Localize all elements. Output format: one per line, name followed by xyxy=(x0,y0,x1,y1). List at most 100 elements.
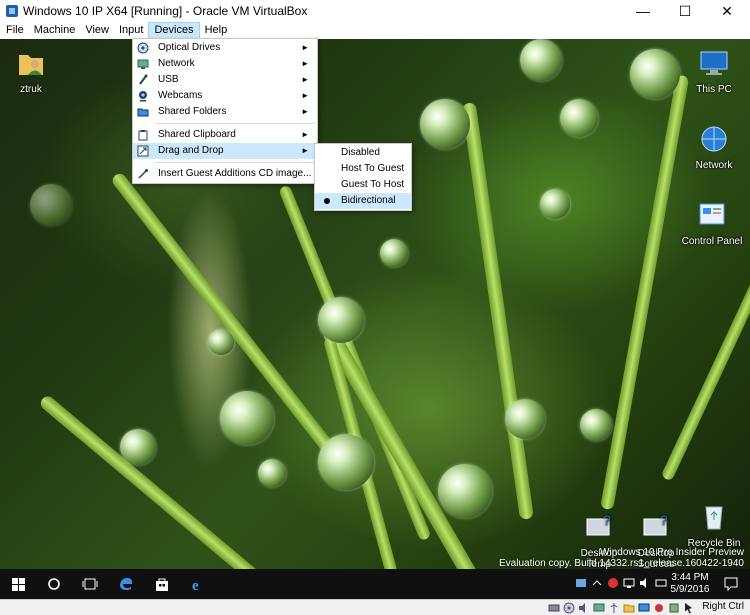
this-pc-icon xyxy=(700,51,728,75)
cortana-button[interactable] xyxy=(36,569,72,599)
desktop-temp-icon: ? xyxy=(586,512,611,536)
start-button[interactable] xyxy=(0,569,36,599)
edge-icon xyxy=(120,578,133,590)
display-status-icon[interactable] xyxy=(638,602,650,614)
desktop-icon-label: Network xyxy=(695,160,733,171)
desktop-icon-label: This PC xyxy=(696,84,732,95)
menu-view[interactable]: View xyxy=(80,22,114,39)
hard-disk-status-icon[interactable] xyxy=(548,602,560,614)
network-tray-icon[interactable] xyxy=(623,577,635,589)
ie-taskbar-button[interactable]: e xyxy=(180,569,216,599)
menu-help[interactable]: Help xyxy=(200,22,233,39)
host-key-label[interactable]: Right Ctrl xyxy=(702,601,744,612)
shared-folder-icon xyxy=(137,108,149,117)
desktop-icon-this-pc[interactable]: This PC xyxy=(683,47,745,95)
chevron-up-icon[interactable] xyxy=(591,577,603,589)
menu-separator xyxy=(155,162,315,163)
menu-input[interactable]: Input xyxy=(114,22,148,39)
menu-file[interactable]: File xyxy=(1,22,29,39)
wallpaper-droplet xyxy=(630,49,680,99)
shared-folder-status-icon[interactable] xyxy=(623,602,635,614)
control-panel-icon xyxy=(699,203,725,225)
submenu-arrow-icon: ► xyxy=(301,43,309,52)
tray-warning-icon[interactable] xyxy=(607,577,619,589)
wallpaper-droplet xyxy=(220,391,274,445)
guest-desktop[interactable]: ztruk This PC Network Control Panel ? De xyxy=(0,39,750,569)
menu-item-optical-drives[interactable]: Optical Drives ► xyxy=(133,40,317,56)
menu-item-network[interactable]: Network ► xyxy=(133,56,317,72)
wallpaper-droplet xyxy=(505,399,545,439)
audio-status-icon[interactable] xyxy=(578,602,590,614)
virtualbox-icon xyxy=(6,5,18,17)
minimize-button[interactable]: — xyxy=(622,0,664,22)
clipboard-icon xyxy=(138,130,148,141)
internet-explorer-icon: e xyxy=(192,578,199,592)
submenu-item-disabled[interactable]: Disabled xyxy=(315,145,411,161)
maximize-button[interactable]: ☐ xyxy=(664,0,706,22)
optical-drive-icon xyxy=(137,42,149,54)
desktop-icon-control-panel[interactable]: Control Panel xyxy=(681,199,743,247)
submenu-arrow-icon: ► xyxy=(301,91,309,100)
desktop-icon-ztruk[interactable]: ztruk xyxy=(0,47,62,95)
mouse-integration-icon[interactable] xyxy=(683,602,695,614)
usb-status-icon[interactable] xyxy=(608,602,620,614)
menu-machine[interactable]: Machine xyxy=(29,22,81,39)
action-center-icon[interactable] xyxy=(724,577,738,591)
submenu-item-bidirectional[interactable]: Bidirectional xyxy=(315,193,411,209)
menu-item-shared-clipboard[interactable]: Shared Clipboard ► xyxy=(133,127,317,143)
user-folder-icon xyxy=(19,55,43,75)
menu-separator xyxy=(155,123,315,124)
menu-item-drag-and-drop[interactable]: Drag and Drop ► xyxy=(133,143,317,159)
wallpaper-droplet xyxy=(318,297,364,343)
task-view-button[interactable] xyxy=(72,569,108,599)
submenu-item-host-to-guest[interactable]: Host To Guest xyxy=(315,161,411,177)
recycle-bin-icon xyxy=(705,506,723,530)
menubar: File Machine View Input Devices Help xyxy=(0,22,750,39)
svg-text:?: ? xyxy=(660,512,668,528)
svg-text:?: ? xyxy=(603,512,611,528)
desktop-icon-network[interactable]: Network xyxy=(683,123,745,171)
submenu-arrow-icon: ► xyxy=(301,107,309,116)
wallpaper-droplet xyxy=(258,459,286,487)
desktop-icon-label: ztruk xyxy=(20,84,42,95)
webcam-icon xyxy=(139,91,147,102)
submenu-arrow-icon: ► xyxy=(301,146,309,155)
tray-time: 3:44 PM xyxy=(671,572,709,583)
windows-logo-icon xyxy=(11,577,25,591)
wallpaper-stem xyxy=(461,102,534,520)
radio-selected-icon xyxy=(324,198,330,204)
menu-item-insert-guest-additions[interactable]: Insert Guest Additions CD image... xyxy=(133,166,317,182)
tray-app-icon[interactable] xyxy=(575,577,587,589)
network-status-icon[interactable] xyxy=(593,602,605,614)
devices-menu: Optical Drives ► Network ► USB ► Webcams… xyxy=(132,38,318,184)
menu-item-webcams[interactable]: Webcams ► xyxy=(133,88,317,104)
wallpaper-droplet xyxy=(208,329,234,355)
submenu-arrow-icon: ► xyxy=(301,130,309,139)
insider-watermark-line1: Windows 10 Pro Insider Preview xyxy=(600,547,744,558)
volume-icon[interactable] xyxy=(639,577,651,589)
taskbar: e 3:44 PM 5/9/2016 xyxy=(0,569,750,599)
desktop-sources-icon: ? xyxy=(643,512,668,536)
network-icon xyxy=(137,59,149,69)
svg-text:e: e xyxy=(192,578,199,592)
cortana-circle-icon xyxy=(48,578,60,590)
optical-drive-status-icon[interactable] xyxy=(563,602,575,614)
video-capture-status-icon[interactable] xyxy=(653,602,665,614)
vbox-statusbar: Right Ctrl xyxy=(0,599,750,615)
menu-devices[interactable]: Devices xyxy=(148,22,200,39)
submenu-arrow-icon: ► xyxy=(301,75,309,84)
wallpaper-droplet xyxy=(560,99,598,137)
edge-taskbar-button[interactable] xyxy=(108,569,144,599)
store-bag-icon xyxy=(156,578,168,591)
wallpaper-droplet xyxy=(520,39,562,81)
close-button[interactable]: ✕ xyxy=(706,0,748,22)
tray-clock[interactable]: 3:44 PM 5/9/2016 xyxy=(660,572,720,596)
menu-item-shared-folders[interactable]: Shared Folders ► xyxy=(133,104,317,120)
wallpaper-droplet xyxy=(318,434,374,490)
submenu-item-guest-to-host[interactable]: Guest To Host xyxy=(315,177,411,193)
store-taskbar-button[interactable] xyxy=(144,569,180,599)
menu-item-usb[interactable]: USB ► xyxy=(133,72,317,88)
wallpaper-droplet xyxy=(540,189,570,219)
cpu-status-icon[interactable] xyxy=(668,602,680,614)
desktop-icon-recycle-bin[interactable]: Recycle Bin xyxy=(683,501,745,549)
